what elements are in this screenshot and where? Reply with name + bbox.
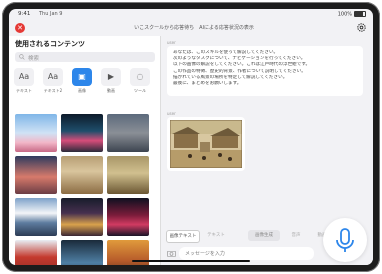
thumbnail-sunset[interactable] [15,156,57,194]
thumbnail-ukiyoe-2[interactable] [107,156,149,194]
text-icon: Aa [43,68,63,86]
thumbnail-city[interactable] [61,240,103,265]
thumbnail-neon-street[interactable] [107,198,149,236]
image-sender-label: user [167,111,176,116]
gear-icon[interactable] [356,22,367,33]
home-indicator [132,259,250,262]
thumbnail-torii[interactable] [15,240,57,265]
status-date: Thu Jan 9 [39,11,63,17]
battery-icon [354,11,366,17]
type-tool[interactable]: ◌ ツール [130,68,150,94]
content-type-selector: Aa テキスト Aa テキスト2 ▣ 画像 ▶ 動画 ◌ ツール [14,68,160,104]
camera-icon[interactable] [167,250,176,257]
tablet-frame: 9:41 Thu Jan 9 100% ✕ いこスクールから応答待ち AIによる… [2,2,380,272]
thumbnail-cherry-blossom[interactable] [15,114,57,152]
microphone-button[interactable] [323,218,367,262]
message-sender-label: user [167,40,176,45]
play-icon: ▶ [101,68,121,86]
status-time: 9:41 [18,11,31,17]
close-button[interactable]: ✕ [15,23,25,33]
thumbnail-ukiyoe[interactable] [61,156,103,194]
text-icon: Aa [14,68,34,86]
image-text-button[interactable]: 画像テキスト [166,230,200,243]
search-box[interactable]: 検索 [15,52,155,62]
search-icon [19,54,25,60]
thumbnail-night-alley[interactable] [61,198,103,236]
battery-indicator: 100% [338,11,366,18]
type-image[interactable]: ▣ 画像 [72,68,92,94]
app-screen: 9:41 Thu Jan 9 100% ✕ いこスクールから応答待ち AIによる… [9,9,373,265]
image-generate-button[interactable]: 画像生成 [248,230,280,241]
content-sidebar: 使用されるコンテンツ 検索 Aa テキスト Aa テキスト2 ▣ 画像 ▶ 動画 ◌ ツー… [9,36,160,265]
search-input[interactable]: 検索 [28,54,39,62]
type-video[interactable]: ▶ 動画 [101,68,121,94]
thumbnail-neon-city[interactable] [61,114,103,152]
attached-image[interactable] [167,117,245,171]
chat-panel: user あなたは、このスキルを使って解説してください。 次のようなタスクについ… [161,36,373,265]
prompt-message: あなたは、このスキルを使って解説してください。 次のようなタスクについて、ナビゲ… [167,46,363,96]
sidebar-title: 使用されるコンテンツ [15,40,85,48]
message-input-bar [166,247,316,261]
type-text-2[interactable]: Aa テキスト2 [43,68,63,94]
window-title: いこスクールから応答待ち AIによる応答状況の表示 [134,25,254,31]
image-icon: ▣ [72,68,92,86]
text-button[interactable]: テキスト [204,230,228,241]
thumbnail-street[interactable] [107,114,149,152]
audio-button[interactable]: 音声 [286,230,306,241]
microphone-icon [336,228,354,252]
tool-icon: ◌ [130,68,150,86]
message-line: 最後に、まとめをお願いします。 [173,81,242,87]
status-bar: 9:41 Thu Jan 9 100% [9,9,373,20]
ukiyoe-image [169,119,243,169]
message-input[interactable] [179,247,314,260]
type-text[interactable]: Aa テキスト [14,68,34,94]
thumbnail-mount-fuji[interactable] [15,198,57,236]
